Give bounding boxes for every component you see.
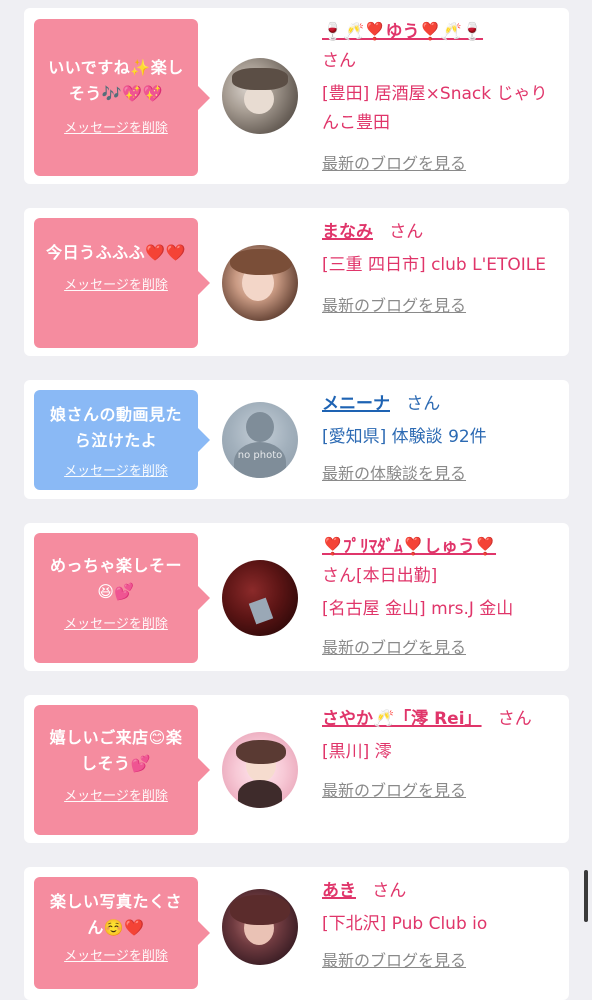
delete-message-link[interactable]: メッセージを削除: [64, 274, 168, 293]
message-text: 今日うふふふ❤️❤️: [46, 243, 186, 262]
shop-info: [下北沢] Pub Club io: [322, 914, 488, 934]
message-text: めっちゃ楽しそー😆💕: [49, 556, 182, 601]
delete-message-link[interactable]: メッセージを削除: [64, 945, 168, 964]
honorific: さん: [389, 222, 424, 242]
cast-name-link[interactable]: まなみ: [322, 222, 373, 242]
cast-info: さやか🥂「澪 Rei」 さん [黒川] 澪 最新のブログを見る: [322, 705, 554, 801]
avatar[interactable]: no photo: [222, 402, 298, 478]
shop-info: [黒川] 澪: [322, 742, 392, 762]
honorific: さん[本日出勤]: [322, 566, 438, 586]
latest-blog-link[interactable]: 最新のブログを見る: [322, 951, 466, 970]
message-bubble: 嬉しいご来店😊楽しそう💕 メッセージを削除: [34, 705, 210, 835]
cast-info: 🍷🥂❣️ゆう❣️🥂🍷 さん [豊田] 居酒屋×Snack じゃりんこ豊田 最新の…: [322, 18, 554, 174]
message-card: めっちゃ楽しそー😆💕 メッセージを削除 ❣️ﾌﾟﾘﾏﾀﾞﾑ❣️しゅう❣️ さん[…: [24, 523, 569, 671]
cast-info: まなみ さん [三重 四日市] club L'ETOILE 最新のブログを見る: [322, 218, 554, 316]
honorific: さん: [406, 394, 441, 414]
avatar[interactable]: [222, 732, 298, 808]
latest-review-link[interactable]: 最新の体験談を見る: [322, 464, 466, 483]
delete-message-link[interactable]: メッセージを削除: [64, 785, 168, 804]
cast-info: メニーナ さん [愛知県] 体験談 92件 最新の体験談を見る: [322, 390, 554, 484]
message-bubble: 楽しい写真たくさん☺️❤️ メッセージを削除: [34, 877, 210, 989]
delete-message-link[interactable]: メッセージを削除: [64, 613, 168, 632]
shop-info: [三重 四日市] club L'ETOILE: [322, 255, 546, 275]
message-text: いいですね✨楽しそう🎶💖💖: [48, 58, 184, 103]
cast-info: あき さん [下北沢] Pub Club io 最新のブログを見る: [322, 877, 554, 971]
message-card: 嬉しいご来店😊楽しそう💕 メッセージを削除 さやか🥂「澪 Rei」 さん [黒川…: [24, 695, 569, 843]
delete-message-link[interactable]: メッセージを削除: [64, 460, 168, 479]
message-card: 楽しい写真たくさん☺️❤️ メッセージを削除 あき さん [下北沢] Pub C…: [24, 867, 569, 1000]
message-bubble: めっちゃ楽しそー😆💕 メッセージを削除: [34, 533, 210, 663]
latest-blog-link[interactable]: 最新のブログを見る: [322, 154, 466, 173]
shop-info: [豊田] 居酒屋×Snack じゃりんこ豊田: [322, 84, 548, 133]
cast-name-link[interactable]: メニーナ: [322, 394, 390, 414]
message-text: 嬉しいご来店😊楽しそう💕: [49, 728, 183, 773]
cast-name-link[interactable]: ❣️ﾌﾟﾘﾏﾀﾞﾑ❣️しゅう❣️: [322, 537, 496, 557]
cast-info: ❣️ﾌﾟﾘﾏﾀﾞﾑ❣️しゅう❣️ さん[本日出勤] [名古屋 金山] mrs.J…: [322, 533, 554, 658]
avatar[interactable]: [222, 58, 298, 134]
latest-blog-link[interactable]: 最新のブログを見る: [322, 638, 466, 657]
honorific: さん: [372, 881, 407, 901]
cast-name-link[interactable]: 🍷🥂❣️ゆう❣️🥂🍷: [322, 22, 483, 42]
avatar[interactable]: [222, 889, 298, 965]
shop-info: [愛知県] 体験談 92件: [322, 427, 487, 447]
message-card: いいですね✨楽しそう🎶💖💖 メッセージを削除 🍷🥂❣️ゆう❣️🥂🍷 さん [豊田…: [24, 8, 569, 184]
message-card: 娘さんの動画見たら泣けたよ メッセージを削除 no photo メニーナ さん …: [24, 380, 569, 499]
cast-name-link[interactable]: さやか🥂「澪 Rei」: [322, 709, 482, 729]
delete-message-link[interactable]: メッセージを削除: [64, 117, 168, 136]
shop-info: [名古屋 金山] mrs.J 金山: [322, 599, 514, 619]
message-text: 楽しい写真たくさん☺️❤️: [49, 892, 182, 937]
avatar[interactable]: [222, 560, 298, 636]
no-photo-label: no photo: [237, 450, 283, 461]
message-bubble: 今日うふふふ❤️❤️ メッセージを削除: [34, 218, 210, 348]
message-text: 娘さんの動画見たら泣けたよ: [49, 405, 182, 450]
message-card: 今日うふふふ❤️❤️ メッセージを削除 まなみ さん [三重 四日市] club…: [24, 208, 569, 356]
latest-blog-link[interactable]: 最新のブログを見る: [322, 781, 466, 800]
latest-blog-link[interactable]: 最新のブログを見る: [322, 296, 466, 315]
cast-name-link[interactable]: あき: [322, 881, 356, 901]
message-bubble: いいですね✨楽しそう🎶💖💖 メッセージを削除: [34, 19, 210, 176]
honorific: さん: [497, 709, 532, 729]
avatar[interactable]: [222, 245, 298, 321]
honorific: さん: [322, 51, 356, 71]
message-bubble: 娘さんの動画見たら泣けたよ メッセージを削除: [34, 390, 210, 490]
scrollbar[interactable]: [584, 870, 588, 922]
